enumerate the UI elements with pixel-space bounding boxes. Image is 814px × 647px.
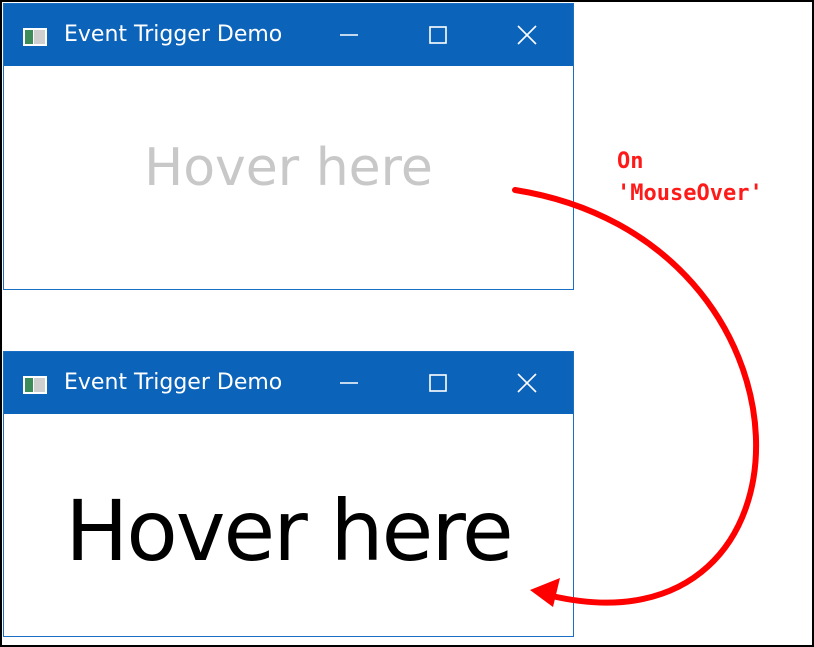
title-bar[interactable]: Event Trigger Demo <box>4 4 573 66</box>
hover-target-text[interactable]: Hover here <box>144 138 433 198</box>
window-title: Event Trigger Demo <box>64 370 283 395</box>
title-bar[interactable]: Event Trigger Demo <box>4 352 573 414</box>
annotation-line-1: On <box>617 149 644 174</box>
window-app-icon <box>23 376 47 394</box>
maximize-button[interactable] <box>393 352 483 414</box>
minimize-button[interactable] <box>304 4 394 66</box>
close-button[interactable] <box>482 4 572 66</box>
minimize-button[interactable] <box>304 352 394 414</box>
window-app-icon <box>23 28 47 46</box>
hover-target-text[interactable]: Hover here <box>65 482 513 580</box>
minimize-icon <box>340 34 358 36</box>
close-icon <box>517 25 537 45</box>
close-button[interactable] <box>482 352 572 414</box>
window-content: Hover here <box>4 414 573 636</box>
window-content: Hover here <box>4 66 573 289</box>
minimize-icon <box>340 382 358 384</box>
annotation-label: On 'MouseOver' <box>617 146 763 210</box>
close-icon <box>517 373 537 393</box>
maximize-icon <box>429 374 447 392</box>
maximize-icon <box>429 26 447 44</box>
window-mouseover: Event Trigger Demo Hover here <box>3 351 574 637</box>
maximize-button[interactable] <box>393 4 483 66</box>
window-title: Event Trigger Demo <box>64 22 283 47</box>
annotation-line-2: 'MouseOver' <box>617 181 763 206</box>
window-idle: Event Trigger Demo Hover here <box>3 3 574 290</box>
